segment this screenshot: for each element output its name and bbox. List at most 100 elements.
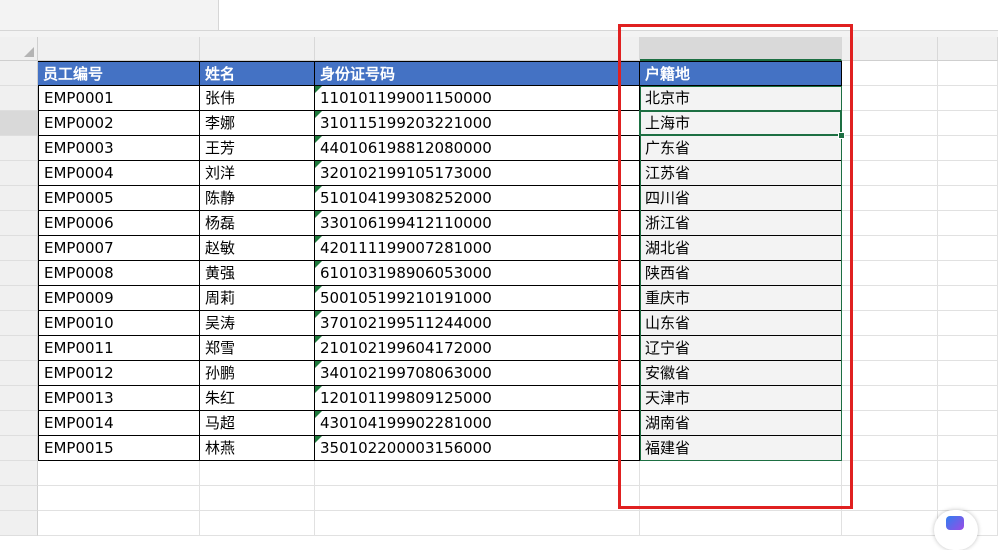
cell[interactable] xyxy=(200,511,315,536)
table-cell[interactable]: 510104199308252000 xyxy=(315,186,640,211)
row-header-4[interactable] xyxy=(0,136,38,161)
cell[interactable] xyxy=(938,61,998,86)
cell[interactable] xyxy=(938,311,998,336)
cell[interactable] xyxy=(38,461,200,486)
cell[interactable] xyxy=(38,511,200,536)
select-all-button[interactable] xyxy=(0,37,38,61)
table-cell[interactable]: 430104199902281000 xyxy=(315,411,640,436)
table-cell[interactable]: EMP0005 xyxy=(38,186,200,211)
table-cell[interactable]: 杨磊 xyxy=(200,211,315,236)
cell[interactable] xyxy=(842,386,938,411)
header-cell[interactable]: 员工编号 xyxy=(38,61,200,86)
column-header-e[interactable] xyxy=(842,37,938,61)
table-cell[interactable]: 陈静 xyxy=(200,186,315,211)
cell[interactable] xyxy=(200,461,315,486)
cell[interactable] xyxy=(938,236,998,261)
cell[interactable] xyxy=(938,436,998,461)
header-cell[interactable]: 身份证号码 xyxy=(315,61,640,86)
cell[interactable] xyxy=(842,286,938,311)
cell[interactable] xyxy=(938,111,998,136)
row-header-3[interactable] xyxy=(0,111,38,136)
cell[interactable] xyxy=(938,386,998,411)
table-cell[interactable]: 210102199604172000 xyxy=(315,336,640,361)
formula-input[interactable] xyxy=(219,0,998,31)
table-cell[interactable]: EMP0008 xyxy=(38,261,200,286)
table-cell[interactable]: 黄强 xyxy=(200,261,315,286)
table-cell[interactable]: 马超 xyxy=(200,411,315,436)
table-cell[interactable]: EMP0009 xyxy=(38,286,200,311)
table-cell[interactable]: 120101199809125000 xyxy=(315,386,640,411)
cell[interactable] xyxy=(842,361,938,386)
row-header-16[interactable] xyxy=(0,436,38,461)
header-cell[interactable]: 姓名 xyxy=(200,61,315,86)
cell[interactable] xyxy=(842,111,938,136)
table-cell[interactable]: 李娜 xyxy=(200,111,315,136)
table-cell[interactable]: EMP0011 xyxy=(38,336,200,361)
cell[interactable] xyxy=(938,211,998,236)
table-cell[interactable]: 320102199105173000 xyxy=(315,161,640,186)
column-header-b[interactable] xyxy=(200,37,315,61)
table-cell[interactable]: 孙鹏 xyxy=(200,361,315,386)
cell[interactable] xyxy=(938,336,998,361)
table-cell[interactable]: 刘洋 xyxy=(200,161,315,186)
table-cell[interactable]: 110101199001150000 xyxy=(315,86,640,111)
cell[interactable] xyxy=(938,461,998,486)
name-box[interactable] xyxy=(0,0,219,31)
table-cell[interactable]: 610103198906053000 xyxy=(315,261,640,286)
cell[interactable] xyxy=(842,186,938,211)
table-cell[interactable]: EMP0001 xyxy=(38,86,200,111)
cell[interactable] xyxy=(938,186,998,211)
cell[interactable] xyxy=(938,361,998,386)
cell[interactable] xyxy=(842,436,938,461)
cell[interactable] xyxy=(938,161,998,186)
column-header-a[interactable] xyxy=(38,37,200,61)
row-header-18[interactable] xyxy=(0,486,38,511)
row-header-5[interactable] xyxy=(0,161,38,186)
table-cell[interactable]: EMP0002 xyxy=(38,111,200,136)
cell[interactable] xyxy=(315,511,640,536)
cell[interactable] xyxy=(315,486,640,511)
table-cell[interactable]: 赵敏 xyxy=(200,236,315,261)
cell[interactable] xyxy=(842,336,938,361)
cell[interactable] xyxy=(200,486,315,511)
table-cell[interactable]: EMP0012 xyxy=(38,361,200,386)
row-header-2[interactable] xyxy=(0,86,38,111)
row-header-9[interactable] xyxy=(0,261,38,286)
cell[interactable] xyxy=(842,486,938,511)
table-cell[interactable]: EMP0003 xyxy=(38,136,200,161)
table-cell[interactable]: 朱红 xyxy=(200,386,315,411)
table-cell[interactable]: 张伟 xyxy=(200,86,315,111)
row-header-10[interactable] xyxy=(0,286,38,311)
row-header-7[interactable] xyxy=(0,211,38,236)
table-cell[interactable]: EMP0015 xyxy=(38,436,200,461)
table-cell[interactable]: 330106199412110000 xyxy=(315,211,640,236)
column-header-f[interactable] xyxy=(938,37,998,61)
cell[interactable] xyxy=(842,86,938,111)
table-cell[interactable]: EMP0014 xyxy=(38,411,200,436)
table-cell[interactable]: 420111199007281000 xyxy=(315,236,640,261)
table-cell[interactable]: 吴涛 xyxy=(200,311,315,336)
cell[interactable] xyxy=(938,486,998,511)
table-cell[interactable]: EMP0004 xyxy=(38,161,200,186)
table-cell[interactable]: 郑雪 xyxy=(200,336,315,361)
cell[interactable] xyxy=(842,161,938,186)
table-cell[interactable]: 王芳 xyxy=(200,136,315,161)
cell[interactable] xyxy=(842,511,938,536)
cell[interactable] xyxy=(938,411,998,436)
table-cell[interactable]: EMP0010 xyxy=(38,311,200,336)
table-cell[interactable]: EMP0013 xyxy=(38,386,200,411)
row-header-1[interactable] xyxy=(0,61,38,86)
row-header-14[interactable] xyxy=(0,386,38,411)
cell[interactable] xyxy=(38,486,200,511)
cell[interactable] xyxy=(315,461,640,486)
cell[interactable] xyxy=(938,136,998,161)
row-header-6[interactable] xyxy=(0,186,38,211)
table-cell[interactable]: 350102200003156000 xyxy=(315,436,640,461)
cell[interactable] xyxy=(842,311,938,336)
row-header-11[interactable] xyxy=(0,311,38,336)
table-cell[interactable]: 310115199203221000 xyxy=(315,111,640,136)
table-cell[interactable]: 370102199511244000 xyxy=(315,311,640,336)
cell[interactable] xyxy=(938,286,998,311)
row-header-13[interactable] xyxy=(0,361,38,386)
cell[interactable] xyxy=(842,461,938,486)
